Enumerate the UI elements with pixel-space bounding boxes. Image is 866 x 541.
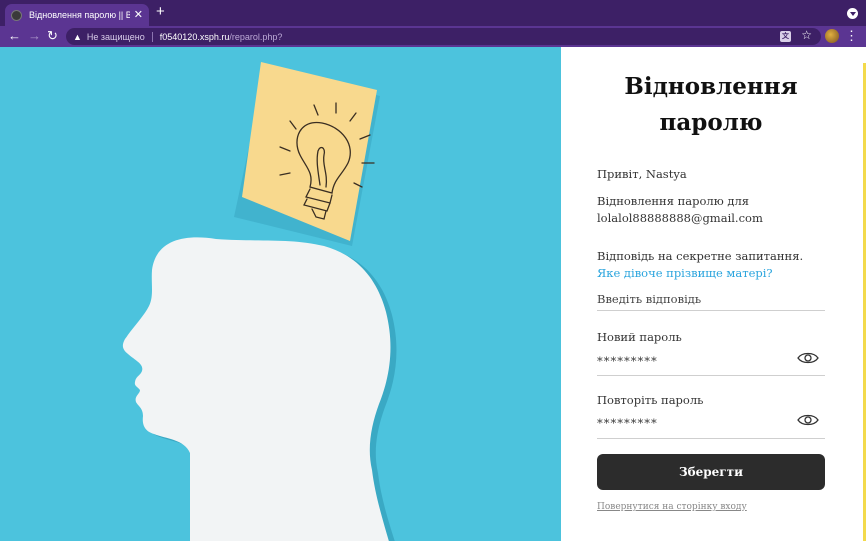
new-tab-button[interactable]: + [156,4,165,20]
forward-arrow-icon[interactable]: → [28,28,41,44]
secret-answer-input[interactable] [597,287,825,311]
tab-title: Відновлення паролю || Bullet [29,10,130,20]
tab-favicon-icon [11,9,22,21]
back-to-login-link[interactable]: Повернутися на сторінку входу [597,502,747,512]
tab-close-icon[interactable]: ✕ [134,9,143,21]
hero-illustration [0,47,561,541]
new-password-input[interactable] [597,346,825,376]
repeat-password-label: Повторіть пароль [597,393,704,407]
password-recovery-panel: Відновлення паролю Привіт, Nastya Віднов… [561,47,866,541]
page-title: Відновлення паролю [624,73,798,136]
star-icon[interactable]: ☆ [801,28,812,42]
recovery-info: Відновлення паролю для lolalol88888888@g… [597,193,763,227]
address-bar[interactable]: ▲ Не защищено f0540120.xsph.ru /reparol.… [66,28,821,45]
url-domain: f0540120.xsph.ru [159,31,230,42]
email-text: lolalol88888888@gmail.com [597,211,763,225]
profile-avatar[interactable] [825,29,839,43]
head-lightbulb-illustration [122,62,397,541]
new-password-label: Новий пароль [597,330,682,344]
show-password-icon[interactable] [797,351,819,365]
repeat-password-input[interactable] [597,408,825,439]
tab-search-icon[interactable] [847,8,858,19]
save-button[interactable]: Зберегти [597,454,825,490]
url-path: /reparol.php? [229,31,283,42]
browser-toolbar: ← → ↻ ▲ Не защищено f0540120.xsph.ru /re… [0,26,866,47]
recovery-text: Відновлення паролю для [597,194,750,208]
reload-icon[interactable]: ↻ [47,28,58,44]
security-label[interactable]: Не защищено [87,32,145,42]
browser-tab-strip: Відновлення паролю || Bullet ✕ + [0,0,866,26]
back-arrow-icon[interactable]: ← [8,28,21,44]
translate-icon[interactable]: 文 [780,31,791,42]
show-repeat-password-icon[interactable] [797,413,819,427]
kebab-menu-icon[interactable]: ⋮ [845,28,858,44]
url-divider [151,31,153,42]
warning-icon[interactable]: ▲ [73,32,82,42]
secret-question-label: Відповідь на секретне запитання. [597,249,804,263]
greeting-text: Привіт, Nastya [597,167,687,181]
browser-tab[interactable]: Відновлення паролю || Bullet ✕ [5,4,149,26]
secret-question-text: Яке дівоче прізвище матері? [597,266,773,280]
